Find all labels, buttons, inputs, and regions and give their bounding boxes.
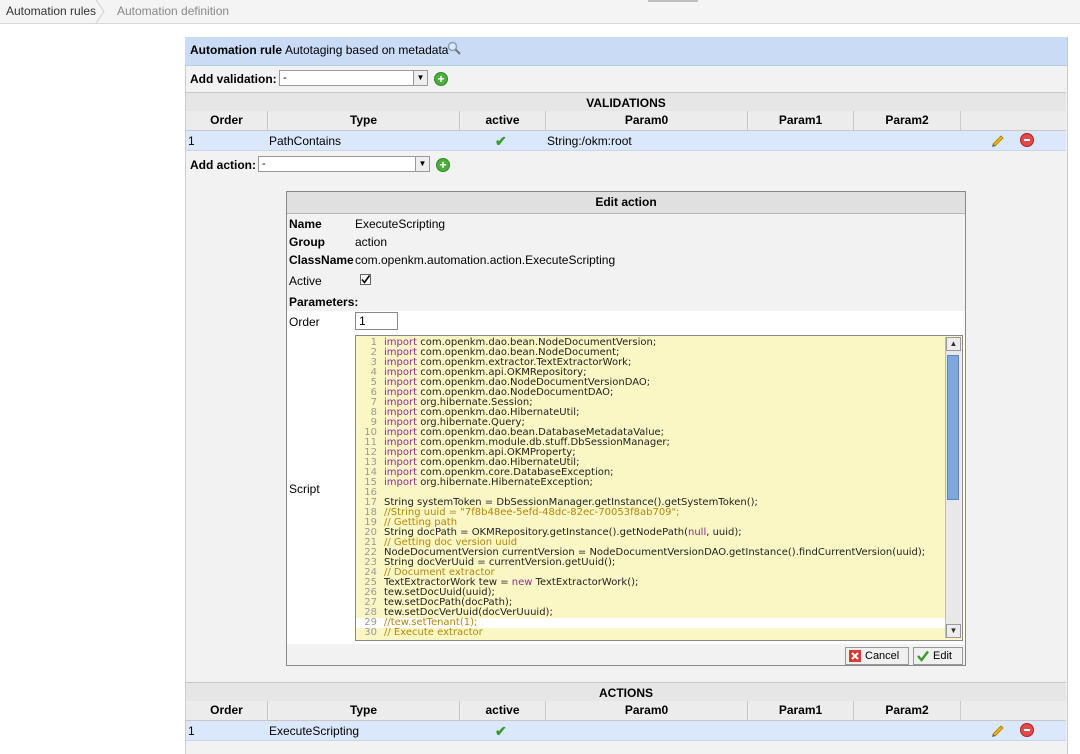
col-type: Type: [268, 111, 460, 130]
active-checkbox[interactable]: [360, 274, 371, 285]
col-order: Order: [186, 111, 268, 130]
scroll-down-icon[interactable]: ▼: [946, 624, 961, 638]
code-text: import org.hibernate.HibernateException;: [384, 477, 593, 488]
top-tab-indicator: [648, 0, 698, 2]
rule-name: Autotaging based on metadata: [285, 43, 449, 57]
validations-header: Order Type active Param0 Param1 Param2: [186, 111, 1066, 131]
order-input[interactable]: 1: [355, 312, 398, 330]
table-row[interactable]: 1 PathContains ✔ String:/okm:root: [186, 131, 1066, 151]
col-actions: [961, 701, 1066, 720]
check-icon: ✔: [495, 133, 507, 149]
col-param1: Param1: [748, 701, 854, 720]
row-order: 1: [188, 724, 195, 738]
add-action-selected: -: [262, 158, 266, 170]
add-validation-button[interactable]: +: [434, 72, 448, 86]
chevron-down-icon: ▼: [413, 71, 427, 85]
active-label: Active: [289, 274, 322, 288]
add-validation-selected: -: [283, 72, 287, 84]
parameters-label: Parameters:: [289, 295, 359, 309]
group-label: Group: [289, 235, 325, 249]
edit-action-title: Edit action: [287, 192, 965, 214]
col-param0: Param0: [546, 111, 748, 130]
edit-pencil-icon[interactable]: [990, 723, 1006, 739]
col-active: active: [460, 111, 546, 130]
col-param0: Param0: [546, 701, 748, 720]
edit-pencil-icon[interactable]: [990, 133, 1006, 149]
table-row[interactable]: 1 ExecuteScripting ✔: [186, 721, 1066, 741]
order-label: Order: [289, 315, 320, 329]
row-type: PathContains: [269, 134, 342, 148]
group-value: action: [355, 235, 388, 249]
add-validation-label: Add validation:: [190, 72, 277, 86]
col-order: Order: [186, 701, 268, 720]
line-number: 30: [364, 627, 377, 638]
cancel-label: Cancel: [865, 650, 900, 662]
cancel-icon: [849, 650, 861, 662]
delete-icon[interactable]: [1020, 723, 1034, 737]
script-editor[interactable]: 1 import com.openkm.dao.bean.NodeDocument…: [355, 335, 963, 641]
col-actions: [961, 111, 1066, 130]
scroll-thumb[interactable]: [947, 355, 959, 500]
rule-header: Automation rule Autotaging based on meta…: [185, 37, 1067, 66]
row-order: 1: [188, 134, 195, 148]
search-icon[interactable]: [447, 41, 461, 55]
actions-header: Order Type active Param0 Param1 Param2: [186, 701, 1066, 721]
classname-value: com.openkm.automation.action.ExecuteScri…: [355, 253, 616, 267]
script-label: Script: [289, 482, 320, 496]
delete-icon[interactable]: [1020, 133, 1034, 147]
add-action-label: Add action:: [190, 158, 256, 172]
col-type: Type: [268, 701, 460, 720]
check-icon: ✔: [495, 723, 507, 739]
chevron-down-icon: ▼: [415, 157, 429, 171]
col-param2: Param2: [854, 111, 961, 130]
col-param1: Param1: [748, 111, 854, 130]
col-active: active: [460, 701, 546, 720]
checkmark-icon: [361, 275, 371, 284]
validations-title: VALIDATIONS: [186, 92, 1066, 112]
check-icon: [917, 650, 929, 662]
add-validation-select[interactable]: - ▼: [279, 70, 428, 86]
row-param0: String:/okm:root: [547, 134, 632, 148]
cancel-button[interactable]: Cancel: [845, 647, 909, 665]
code-line: 15 import org.hibernate.HibernateExceptio…: [356, 478, 946, 488]
row-type: ExecuteScripting: [269, 724, 360, 738]
rule-label: Automation rule: [190, 43, 282, 57]
classname-label: ClassName: [289, 253, 354, 267]
breadcrumb-automation-rules[interactable]: Automation rules: [0, 0, 98, 23]
code-text: // Execute extractor: [384, 627, 483, 638]
col-param2: Param2: [854, 701, 961, 720]
scroll-up-icon[interactable]: ▲: [946, 337, 961, 351]
breadcrumb-separator-icon: [95, 0, 105, 23]
edit-label: Edit: [933, 650, 952, 662]
name-label: Name: [289, 217, 322, 231]
editor-scrollbar[interactable]: ▲ ▼: [945, 337, 961, 638]
add-action-button[interactable]: +: [436, 158, 450, 172]
add-action-select[interactable]: - ▼: [258, 156, 430, 172]
code-line: 30 // Execute extractor: [356, 628, 946, 638]
actions-title: ACTIONS: [186, 682, 1066, 702]
edit-button[interactable]: Edit: [913, 647, 963, 665]
name-value: ExecuteScripting: [355, 217, 446, 231]
breadcrumb-automation-definition: Automation definition: [117, 4, 230, 18]
